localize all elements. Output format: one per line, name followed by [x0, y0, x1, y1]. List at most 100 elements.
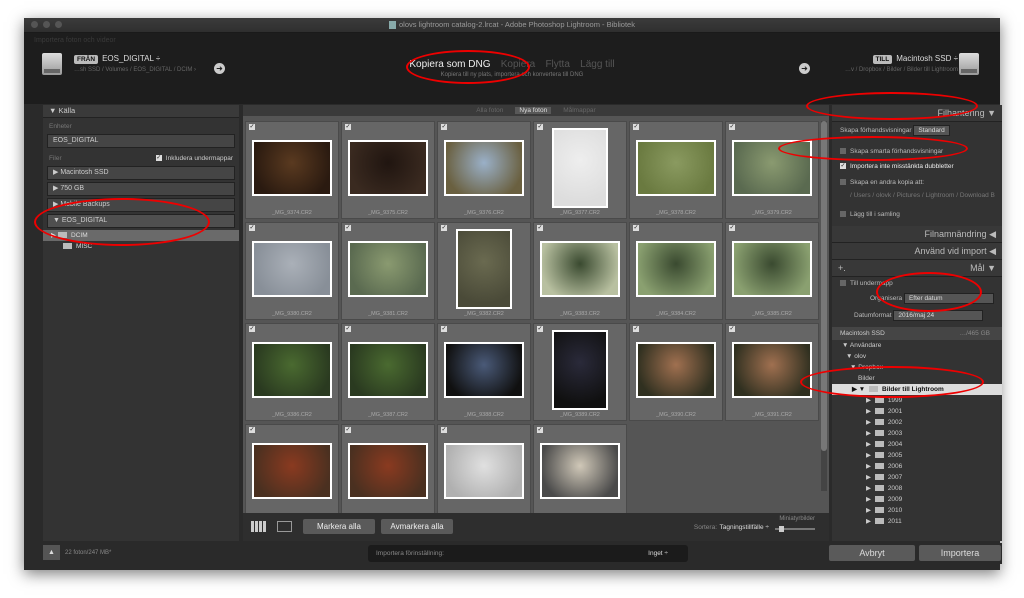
photo-thumbnail[interactable]: ✓ _MG_9377.CR2	[533, 121, 627, 219]
photo-thumbnail[interactable]: ✓ _MG_9389.CR2	[533, 323, 627, 421]
disclosure-icon[interactable]: ▶	[866, 452, 873, 459]
checkbox-icon[interactable]: ✓	[537, 225, 543, 231]
sort-select[interactable]: Tagningstillfälle ÷	[720, 524, 769, 531]
checkbox-icon[interactable]: ✓	[249, 225, 255, 231]
checkbox-icon[interactable]: ✓	[441, 427, 447, 433]
disclosure-icon[interactable]: ▼	[842, 342, 850, 349]
grid-view-icon[interactable]	[251, 521, 266, 532]
photo-thumbnail[interactable]: ✓ _MG_9378.CR2	[629, 121, 723, 219]
checkbox-icon[interactable]: ✓	[840, 163, 846, 170]
import-button[interactable]: Importera	[919, 545, 1001, 561]
photo-thumbnail[interactable]: ✓ _MG_9387.CR2	[341, 323, 435, 421]
checkbox-icon[interactable]: ✓	[345, 225, 351, 231]
checkbox-icon[interactable]: ✓	[345, 427, 351, 433]
photo-thumbnail[interactable]: ✓ _MG_9386.CR2	[245, 323, 339, 421]
filter-dest[interactable]: Målmappar	[559, 107, 600, 114]
source-panel-header[interactable]: ▼ Källa	[43, 105, 239, 118]
dest-folder[interactable]: ▶ 2003	[832, 428, 1002, 439]
window-controls[interactable]	[31, 21, 62, 28]
checkbox-icon[interactable]: ✓	[633, 124, 639, 130]
volume-macintosh-ssd[interactable]: Macintosh SSD …/465 GB	[832, 327, 1002, 340]
zoom-dot-icon[interactable]	[55, 21, 62, 28]
photo-thumbnail[interactable]: ✓ _MG_9391.CR2	[725, 323, 819, 421]
dest-folder[interactable]: ▶ 2006	[832, 461, 1002, 472]
grid-scrollbar[interactable]	[821, 121, 827, 491]
checkbox-icon[interactable]: ✓	[441, 225, 447, 231]
checkbox-icon[interactable]: ✓	[249, 124, 255, 130]
device-eos[interactable]: EOS_DIGITAL	[47, 134, 235, 148]
dest-folder[interactable]: ▶ 2010	[832, 505, 1002, 516]
photo-thumbnail[interactable]: ✓	[245, 424, 339, 522]
disclosure-icon[interactable]: ▼	[846, 353, 854, 360]
photo-thumbnail[interactable]: ✓ _MG_9390.CR2	[629, 323, 723, 421]
dest-folder[interactable]: ▶ 2011	[832, 516, 1002, 527]
checkbox-icon[interactable]: ✓	[633, 326, 639, 332]
photo-thumbnail[interactable]: ✓ _MG_9380.CR2	[245, 222, 339, 320]
dest-folder[interactable]: ▶ 2009	[832, 494, 1002, 505]
dest-folder[interactable]: ▶ 2008	[832, 483, 1002, 494]
thumbnail-size-slider[interactable]	[775, 526, 815, 532]
photo-thumbnail[interactable]: ✓ _MG_9384.CR2	[629, 222, 723, 320]
volume-macintosh[interactable]: ▶ Macintosh SSD	[47, 166, 235, 180]
add-icon[interactable]: +.	[832, 260, 846, 276]
checkbox-icon[interactable]: ✓	[537, 326, 543, 332]
photo-thumbnail[interactable]: ✓ _MG_9382.CR2	[437, 222, 531, 320]
photo-thumbnail[interactable]: ✓	[533, 424, 627, 522]
disclosure-icon[interactable]: ▶	[866, 408, 873, 415]
dest-folder[interactable]: ▶ 2004	[832, 439, 1002, 450]
volume-750[interactable]: ▶ 750 GB	[47, 182, 235, 196]
include-subfolders[interactable]: ✓ Inkludera undermappar	[155, 155, 233, 162]
filter-new[interactable]: Nya foton	[515, 107, 552, 114]
checkbox-icon[interactable]: ✓	[633, 225, 639, 231]
slider-knob[interactable]	[779, 526, 784, 532]
disclosure-icon[interactable]: ▶	[866, 474, 873, 481]
apply-import-header[interactable]: Använd vid import ◀	[832, 243, 1002, 260]
previews-dropdown[interactable]: Standard	[913, 125, 950, 136]
loupe-view-icon[interactable]	[277, 521, 292, 532]
checkbox-icon[interactable]: ✓	[729, 124, 735, 130]
checkbox-icon[interactable]: ✓	[729, 225, 735, 231]
checkbox-icon[interactable]: ✓	[729, 326, 735, 332]
disclosure-icon[interactable]: ▶	[866, 430, 873, 437]
mode-move[interactable]: Flytta	[545, 59, 569, 70]
photo-thumbnail[interactable]: ✓	[437, 424, 531, 522]
select-all-button[interactable]: Markera alla	[303, 519, 375, 534]
dest-folder[interactable]: ▶ 2001	[832, 406, 1002, 417]
no-duplicates-row[interactable]: ✓ Importera inte misstänkta dubbletter	[832, 160, 1002, 173]
photo-thumbnail[interactable]: ✓ _MG_9383.CR2	[533, 222, 627, 320]
dest-folder[interactable]: ▼ olov	[832, 351, 1002, 362]
disclosure-icon[interactable]: ▶	[866, 397, 873, 404]
photo-thumbnail[interactable]: ✓ _MG_9385.CR2	[725, 222, 819, 320]
photo-thumbnail[interactable]: ✓ _MG_9376.CR2	[437, 121, 531, 219]
second-copy-row[interactable]: Skapa en andra kopia att:	[832, 176, 1002, 189]
checkbox-icon[interactable]: ✓	[345, 124, 351, 130]
dest-folder[interactable]: ▶ 2007	[832, 472, 1002, 483]
deselect-all-button[interactable]: Avmarkera alla	[381, 519, 453, 534]
checkbox-icon[interactable]: ✓	[441, 326, 447, 332]
disclosure-icon[interactable]: ▶	[866, 419, 873, 426]
checkbox-icon[interactable]: ✓	[537, 124, 543, 130]
photo-thumbnail[interactable]: ✓ _MG_9375.CR2	[341, 121, 435, 219]
filter-all[interactable]: Alla foton	[472, 107, 507, 114]
photo-thumbnail[interactable]: ✓ _MG_9379.CR2	[725, 121, 819, 219]
checkbox-icon[interactable]: ✓	[345, 326, 351, 332]
disclosure-icon[interactable]: ▶	[866, 507, 873, 514]
add-collection-row[interactable]: Lägg till i samling	[832, 208, 1002, 221]
checkbox-icon[interactable]: ✓	[537, 427, 543, 433]
disclosure-icon[interactable]: ▶	[866, 463, 873, 470]
close-dot-icon[interactable]	[31, 21, 38, 28]
disclosure-icon[interactable]: ▶	[866, 485, 873, 492]
scroll-thumb[interactable]	[821, 121, 827, 451]
import-preset[interactable]: Importera förinställning: Inget ÷	[368, 545, 688, 562]
photo-thumbnail[interactable]: ✓ _MG_9374.CR2	[245, 121, 339, 219]
dest-folder[interactable]: ▶ 2002	[832, 417, 1002, 428]
checkbox-icon[interactable]: ✓	[155, 155, 162, 162]
disclosure-icon[interactable]: ▶	[866, 441, 873, 448]
checkbox-icon[interactable]: ✓	[249, 427, 255, 433]
file-rename-header[interactable]: Filnamnändring ◀	[832, 226, 1002, 243]
photo-thumbnail[interactable]: ✓ _MG_9381.CR2	[341, 222, 435, 320]
collapse-icon[interactable]: ▲	[43, 545, 60, 560]
mode-add[interactable]: Lägg till	[580, 59, 614, 70]
destination-selector[interactable]: TILL Macintosh SSD ÷ …v / Dropbox / Bilde…	[845, 54, 958, 73]
preset-select[interactable]: Inget ÷	[648, 550, 668, 557]
